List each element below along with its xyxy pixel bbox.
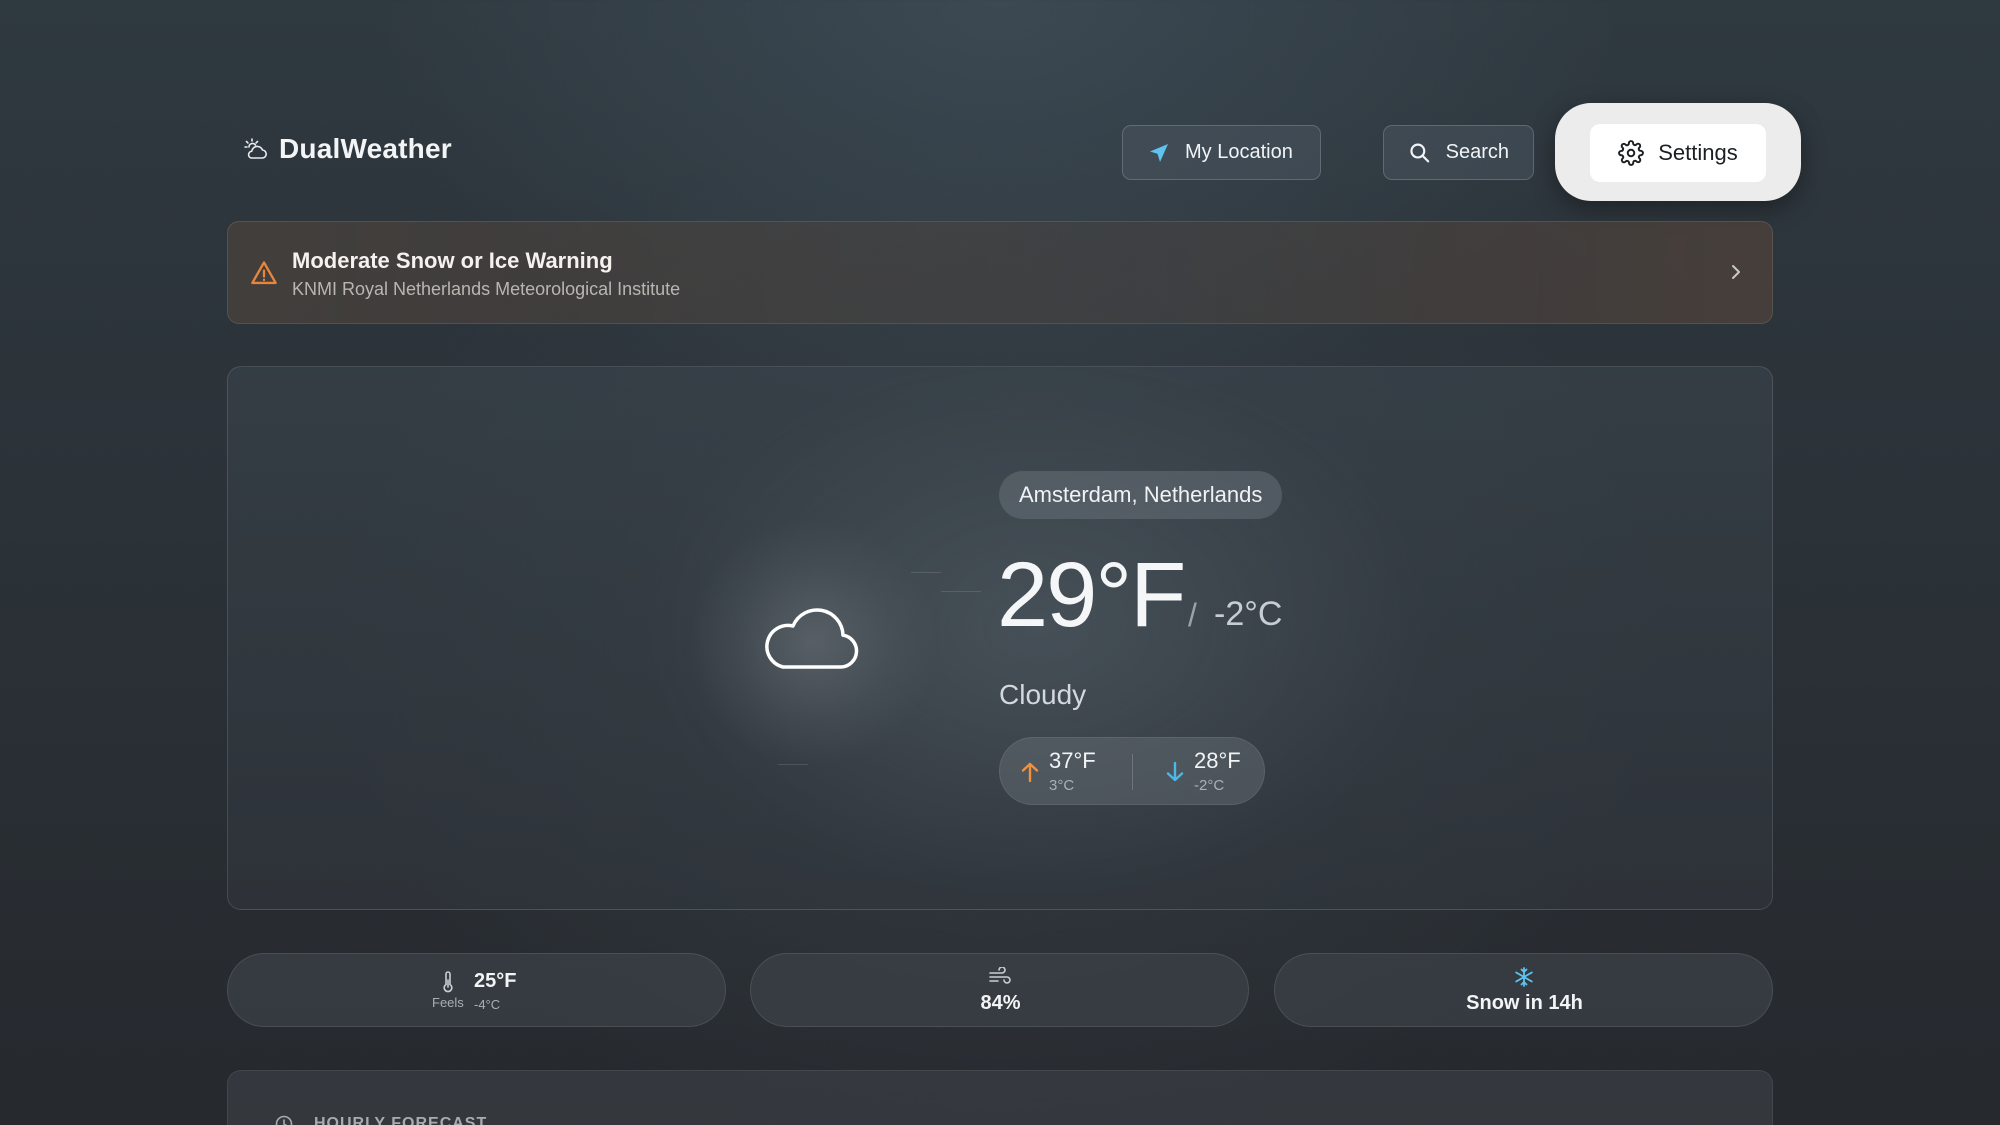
brand[interactable]: DualWeather bbox=[243, 133, 452, 165]
decor-line bbox=[778, 764, 808, 765]
my-location-label: My Location bbox=[1185, 141, 1293, 163]
chevron-right-icon bbox=[1732, 265, 1740, 279]
clock-icon bbox=[275, 1115, 293, 1125]
humidity-value: 84% bbox=[980, 992, 1021, 1014]
search-icon bbox=[1410, 143, 1430, 162]
temperature-fahrenheit: 29°F bbox=[997, 544, 1186, 646]
snow-forecast-text: Snow in 14h bbox=[1466, 992, 1583, 1014]
temperature-celsius: -2°C bbox=[1214, 595, 1283, 633]
warning-triangle-icon bbox=[251, 261, 277, 285]
temperature-separator: / bbox=[1188, 597, 1197, 633]
humidity-card[interactable]: 84% bbox=[750, 953, 1249, 1027]
location-pill[interactable]: Amsterdam, Netherlands bbox=[999, 471, 1283, 519]
alert-title: Moderate Snow or Ice Warning bbox=[292, 248, 613, 273]
arrow-down-icon bbox=[1166, 761, 1184, 782]
arrow-up-icon bbox=[1021, 762, 1039, 783]
feels-like-card[interactable]: Feels 25°F -4°C bbox=[227, 953, 726, 1027]
weather-condition: Cloudy bbox=[999, 679, 1087, 710]
my-location-button[interactable]: My Location bbox=[1122, 125, 1321, 180]
settings-label: Settings bbox=[1658, 140, 1738, 165]
search-button[interactable]: Search bbox=[1383, 125, 1534, 180]
thermometer-icon bbox=[443, 971, 453, 993]
hourly-forecast-label: HOURLY FORECAST bbox=[314, 1115, 488, 1125]
divider bbox=[1132, 754, 1133, 790]
snowflake-icon bbox=[1515, 967, 1533, 987]
feels-celsius: -4°C bbox=[474, 997, 501, 1012]
navigation-arrow-icon bbox=[1150, 143, 1168, 162]
high-fahrenheit: 37°F bbox=[1049, 748, 1096, 773]
feels-label: Feels bbox=[432, 995, 464, 1010]
settings-highlight: Settings bbox=[1555, 103, 1801, 201]
hourly-forecast-card: HOURLY FORECAST bbox=[227, 1070, 1773, 1125]
location-name: Amsterdam, Netherlands bbox=[1019, 482, 1263, 507]
low-fahrenheit: 28°F bbox=[1194, 748, 1241, 773]
search-label: Search bbox=[1445, 141, 1509, 163]
feels-fahrenheit: 25°F bbox=[474, 970, 517, 992]
gear-icon bbox=[1618, 140, 1645, 166]
header: DualWeather My Location Search Settings bbox=[0, 0, 2000, 201]
settings-button[interactable]: Settings bbox=[1590, 124, 1766, 182]
high-low-pill: 37°F 3°C 28°F -2°C bbox=[999, 737, 1265, 805]
decor-line bbox=[941, 591, 981, 592]
snow-forecast-card[interactable]: Snow in 14h bbox=[1274, 953, 1773, 1027]
cloud-sun-icon bbox=[244, 138, 267, 159]
decor-line bbox=[911, 572, 941, 573]
high-celsius: 3°C bbox=[1049, 777, 1075, 794]
alert-source: KNMI Royal Netherlands Meteorological In… bbox=[292, 279, 681, 299]
current-weather-card: Amsterdam, Netherlands 29°F / -2°C Cloud… bbox=[227, 366, 1773, 910]
cloud-icon bbox=[765, 608, 859, 669]
app-name: DualWeather bbox=[279, 133, 452, 164]
low-celsius: -2°C bbox=[1194, 777, 1225, 794]
weather-alert-banner[interactable]: Moderate Snow or Ice Warning KNMI Royal … bbox=[227, 221, 1773, 324]
wind-icon bbox=[989, 967, 1011, 984]
